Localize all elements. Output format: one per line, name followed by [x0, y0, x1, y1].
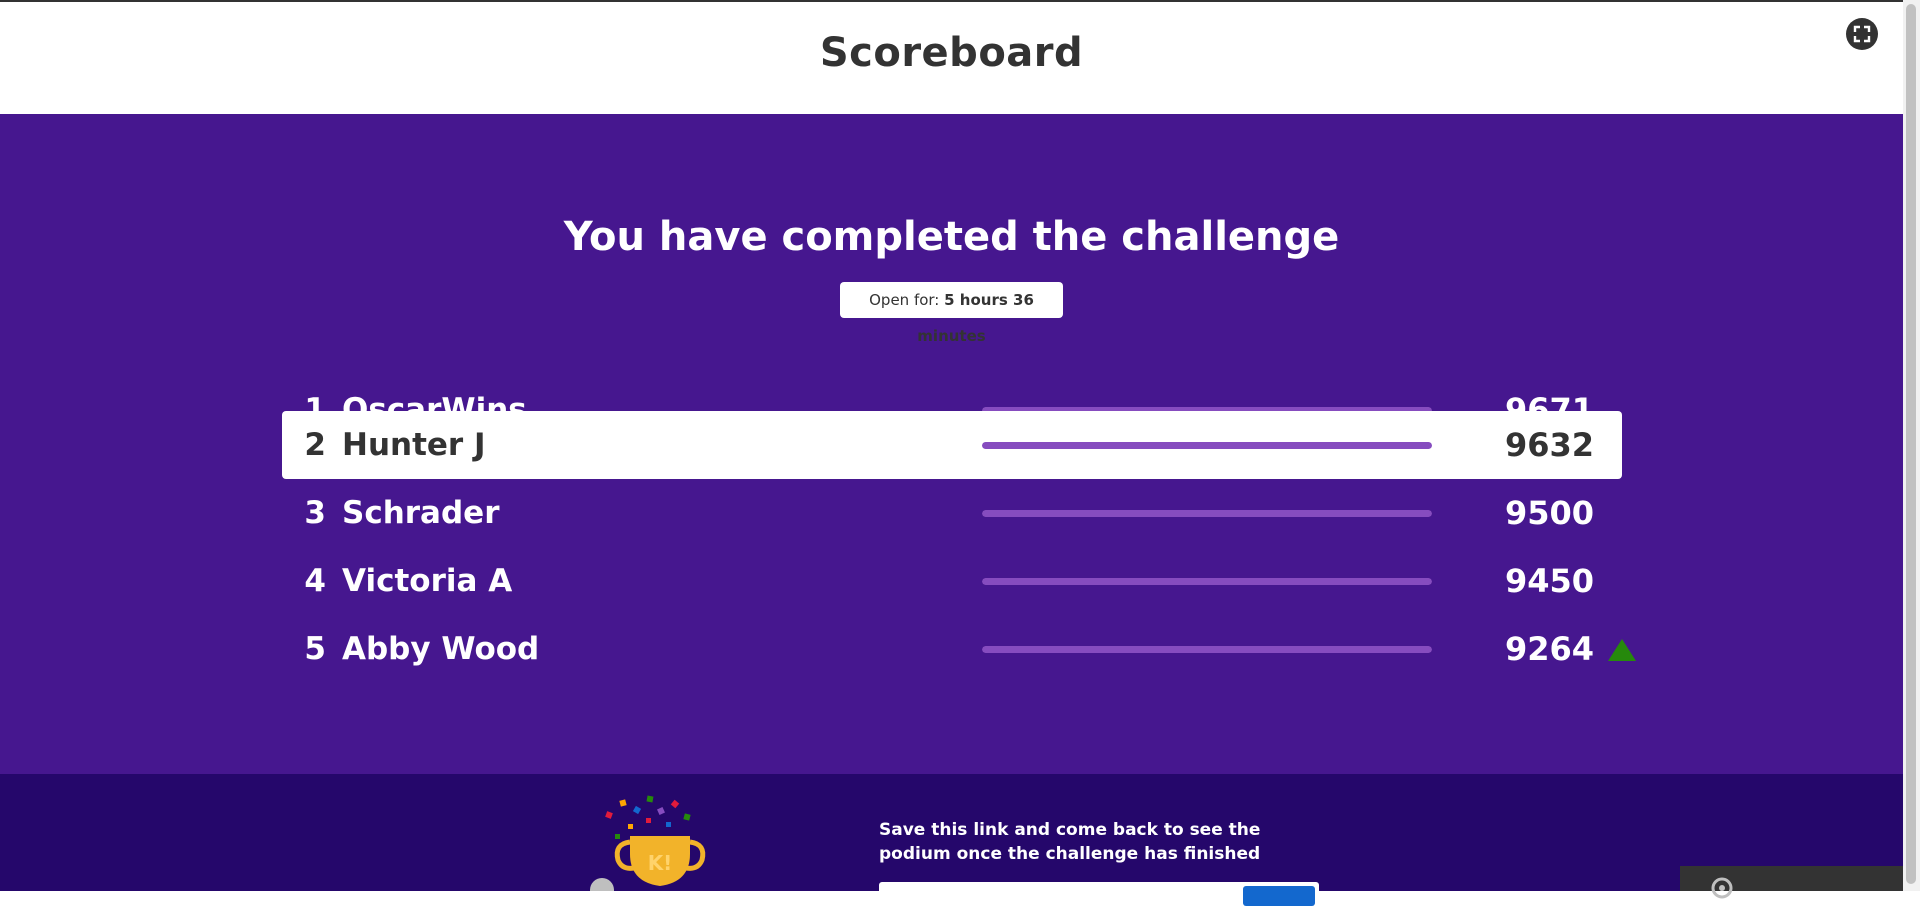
player-name: Victoria A	[342, 563, 513, 599]
score-bar	[982, 646, 1432, 653]
score-bar	[982, 510, 1432, 517]
leaderboard-row: 4 Victoria A 9450	[282, 547, 1622, 615]
player-name: Schrader	[342, 495, 500, 531]
leaderboard-row: 5 Abby Wood 9264	[282, 615, 1636, 683]
score: 9450	[1504, 562, 1594, 600]
ring-icon	[1711, 877, 1733, 899]
expand-icon	[1853, 25, 1871, 43]
challenge-headline: You have completed the challenge	[563, 214, 1340, 260]
header: Scoreboard	[0, 2, 1903, 114]
corner-widget[interactable]	[1680, 866, 1903, 899]
rank: 3	[304, 495, 326, 531]
scoreboard-panel: You have completed the challenge Open fo…	[0, 114, 1903, 774]
player-name: Hunter J	[342, 427, 486, 463]
trophy-badge: K!	[648, 851, 673, 875]
trophy-icon: K!	[580, 774, 730, 902]
player-name: Abby Wood	[342, 631, 540, 667]
copy-link-button[interactable]	[1243, 886, 1315, 906]
open-for-badge: Open for: 5 hours 36 minutes	[840, 282, 1063, 345]
trend-up-icon	[1608, 639, 1636, 661]
scrollbar-thumb[interactable]	[1906, 4, 1916, 884]
score-bar-fill	[982, 510, 1432, 517]
footer: K! Save this link and come back to see t…	[0, 774, 1903, 906]
score-bar	[982, 578, 1432, 585]
fullscreen-button[interactable]	[1846, 18, 1878, 50]
score: 9500	[1504, 494, 1594, 532]
leaderboard-row-current: 2 Hunter J 9632	[282, 411, 1622, 479]
open-for-label: Open for:	[869, 291, 940, 309]
score-bar-fill	[982, 578, 1432, 585]
save-link-message: Save this link and come back to see the …	[879, 820, 1261, 864]
rank: 4	[304, 563, 326, 599]
page-title: Scoreboard	[819, 30, 1084, 76]
score: 9264	[1504, 630, 1594, 668]
score: 9632	[1504, 426, 1594, 464]
rank: 2	[304, 427, 326, 463]
score-bar-fill	[982, 442, 1432, 449]
rank: 5	[304, 631, 326, 667]
leaderboard-row: 3 Schrader 9500	[282, 479, 1622, 547]
score-bar-fill	[982, 646, 1432, 653]
score-bar	[982, 442, 1432, 449]
